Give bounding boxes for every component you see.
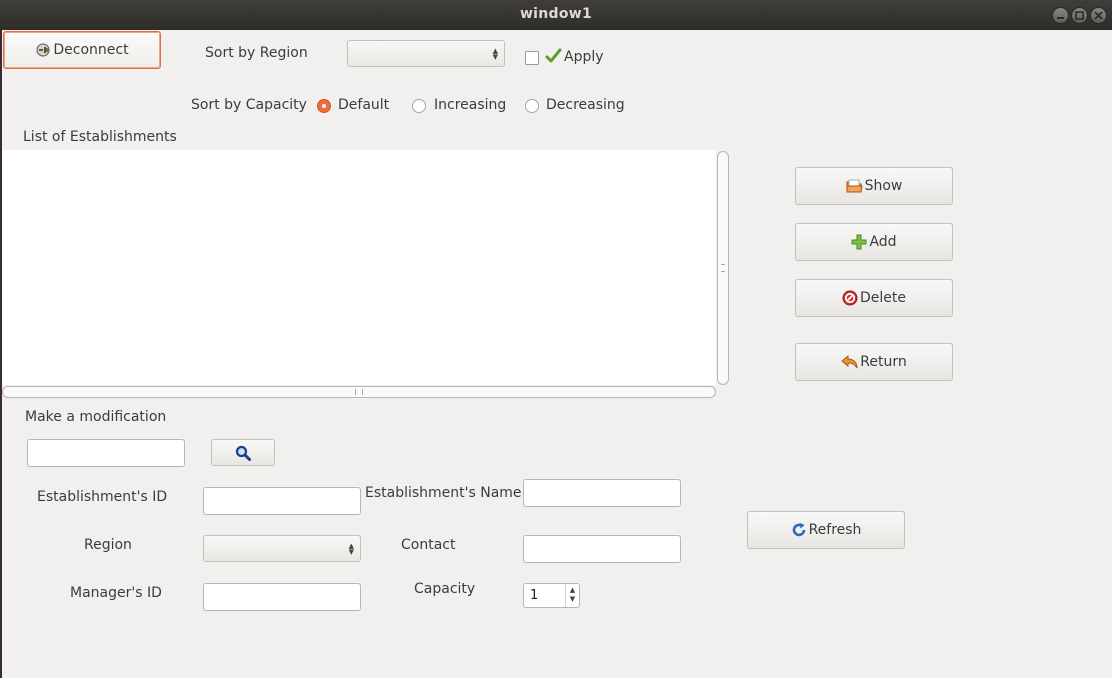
search-button[interactable]: [211, 439, 275, 466]
scroll-grip: [721, 264, 725, 272]
show-button[interactable]: Show: [795, 167, 953, 205]
radio-default[interactable]: [317, 99, 331, 113]
delete-label: Delete: [860, 290, 906, 306]
list-vertical-scrollbar[interactable]: [717, 151, 729, 385]
plus-icon: [851, 234, 867, 250]
maximize-button[interactable]: [1071, 7, 1088, 24]
establishment-id-label: Establishment's ID: [37, 489, 168, 505]
refresh-label: Refresh: [808, 522, 862, 538]
region-combo[interactable]: ▲ ▼: [203, 535, 361, 562]
radio-increasing[interactable]: [412, 99, 426, 113]
search-input[interactable]: [27, 439, 185, 467]
maximize-icon: [1075, 11, 1084, 20]
radio-default-label[interactable]: Default: [338, 97, 389, 113]
establishment-name-field[interactable]: [523, 479, 681, 507]
contact-field[interactable]: [523, 535, 681, 563]
list-horizontal-scrollbar[interactable]: [2, 386, 716, 398]
undo-arrow-icon: [841, 354, 858, 368]
scroll-grip: [355, 389, 363, 395]
close-button[interactable]: [1090, 7, 1107, 24]
sort-region-combo[interactable]: ▲ ▼: [347, 40, 505, 67]
apply-checkbox[interactable]: [525, 51, 539, 65]
refresh-icon: [792, 522, 805, 537]
capacity-spinner[interactable]: 1 ▲ ▼: [523, 583, 580, 608]
deconnect-button[interactable]: Deconnect: [3, 31, 161, 69]
minimize-button[interactable]: [1052, 7, 1069, 24]
sort-region-label: Sort by Region: [205, 45, 308, 61]
establishment-id-field[interactable]: [203, 487, 361, 515]
return-label: Return: [860, 354, 907, 370]
add-button[interactable]: Add: [795, 223, 953, 261]
combo-arrows-icon: ▲ ▼: [492, 46, 498, 61]
show-label: Show: [864, 178, 903, 194]
radio-decreasing-label[interactable]: Decreasing: [546, 97, 625, 113]
checkmark-icon: [545, 48, 562, 63]
modification-title: Make a modification: [25, 409, 167, 425]
magnifier-icon: [235, 445, 251, 461]
deconnect-label: Deconnect: [53, 42, 129, 58]
list-title: List of Establishments: [23, 129, 177, 145]
sort-capacity-label: Sort by Capacity: [191, 97, 307, 113]
contact-label: Contact: [401, 537, 456, 553]
capacity-spin-arrows[interactable]: ▲ ▼: [565, 584, 579, 607]
plug-disconnect-icon: [36, 43, 50, 57]
radio-increasing-label[interactable]: Increasing: [434, 97, 506, 113]
minimize-icon: [1057, 17, 1064, 19]
radio-decreasing[interactable]: [525, 99, 539, 113]
capacity-label: Capacity: [414, 581, 476, 597]
refresh-button[interactable]: Refresh: [747, 511, 905, 549]
manager-id-field[interactable]: [203, 583, 361, 611]
close-icon: [1094, 11, 1103, 20]
title-bar[interactable]: window1: [0, 0, 1112, 30]
delete-button[interactable]: Delete: [795, 279, 953, 317]
apply-label[interactable]: Apply: [564, 49, 604, 65]
capacity-value[interactable]: 1: [530, 588, 538, 603]
no-entry-icon: [842, 290, 858, 306]
establishments-list[interactable]: [2, 150, 716, 385]
window-title: window1: [519, 6, 593, 22]
establishment-name-label: Establishment's Name: [365, 485, 522, 501]
folder-icon: [846, 179, 863, 192]
add-label: Add: [869, 234, 897, 250]
manager-id-label: Manager's ID: [70, 585, 162, 601]
return-button[interactable]: Return: [795, 343, 953, 381]
main-window: Deconnect Sort by Region ▲ ▼ Apply Sort b…: [2, 30, 1112, 678]
region-label: Region: [84, 537, 132, 553]
combo-arrows-icon: ▲ ▼: [348, 541, 354, 556]
